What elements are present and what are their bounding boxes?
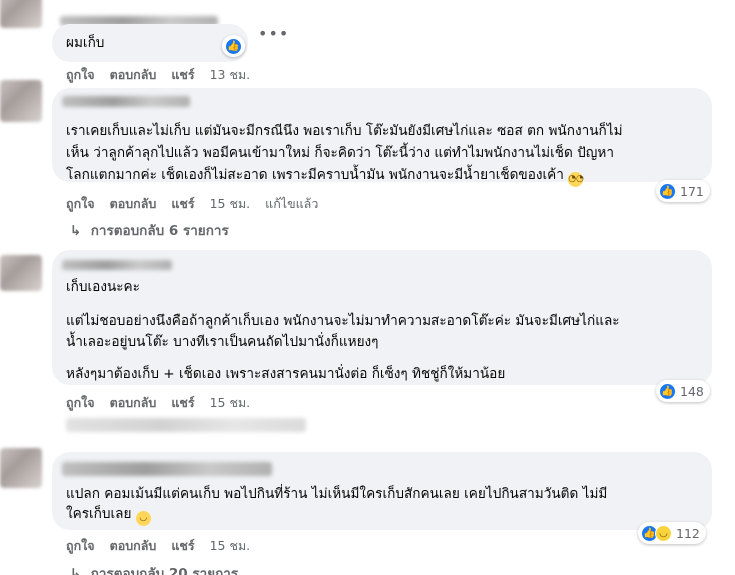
reply-link[interactable]: ตอบกลับ: [110, 194, 157, 214]
comment-text-line: น้ำเลอะอยู่บนโต๊ะ บางทีเราเป็นคนถัดไปมาน…: [66, 334, 379, 350]
comment-actions: ถูกใจ ตอบกลับ แชร์ 15 ชม. แก้ไขแล้ว: [66, 194, 333, 214]
comment-actions: ถูกใจ ตอบกลับ แชร์ 13 ชม.: [66, 65, 265, 85]
timestamp[interactable]: 15 ชม.: [210, 393, 251, 413]
reply-link[interactable]: ตอบกลับ: [110, 536, 157, 556]
timestamp[interactable]: 15 ชม.: [210, 194, 251, 214]
reaction-summary[interactable]: 👍: [222, 35, 245, 57]
avatar[interactable]: [0, 80, 42, 122]
more-options-icon[interactable]: •••: [258, 24, 289, 43]
comment-text-line: ใครเก็บเลย ◡: [66, 503, 151, 526]
reaction-summary[interactable]: 👍 171: [656, 180, 710, 202]
reply-link[interactable]: ตอบกลับ: [110, 393, 157, 413]
grinning-face-icon: ◡: [135, 511, 151, 526]
reaction-summary[interactable]: 👍 148: [656, 380, 710, 402]
like-icon: 👍: [659, 382, 676, 400]
comment-actions: ถูกใจ ตอบกลับ แชร์ 15 ชม.: [66, 393, 265, 413]
avatar[interactable]: [0, 448, 42, 488]
comment-text-line: เห็น ว่าลูกค้าลุกไปแล้ว พอมีคนเข้ามาใหม่…: [66, 145, 614, 161]
comment-text-line: โลกแตกมากค่ะ เช็ดเองก็ไม่สะอาด เพราะมีคร…: [66, 164, 584, 187]
comment-text: ผมเก็บ: [66, 35, 105, 51]
like-link[interactable]: ถูกใจ: [66, 194, 95, 214]
like-icon: 👍: [225, 37, 242, 55]
comment-text-line: เราเคยเก็บและไม่เก็บ แต่มันจะมีกรณีนึง พ…: [66, 123, 623, 139]
view-replies-link[interactable]: ↳ การตอบกลับ 20 รายการ: [70, 562, 238, 575]
comment-text-line: หลังๆมาต้องเก็บ + เช็ดเอง เพราะสงสารคนมา…: [66, 366, 506, 382]
pleading-face-icon: ◔◔: [568, 172, 584, 187]
comment-text-line: เก็บเองนะคะ: [66, 279, 140, 295]
replies-label: การตอบกลับ 6 รายการ: [90, 223, 229, 239]
commenter-name[interactable]: [62, 462, 272, 476]
avatar[interactable]: [0, 0, 42, 28]
comment-actions: ถูกใจ ตอบกลับ แชร์ 15 ชม.: [66, 536, 265, 556]
like-icon: 👍: [659, 182, 676, 200]
comment-text-fragment: ใครเก็บเลย: [66, 506, 132, 522]
commenter-name[interactable]: [62, 96, 190, 107]
reply-arrow-icon: ↳: [70, 223, 82, 239]
comment-text-fragment: โลกแตกมากค่ะ เช็ดเองก็ไม่สะอาด เพราะมีคร…: [66, 167, 564, 183]
avatar[interactable]: [0, 255, 42, 291]
reaction-count: 148: [680, 383, 704, 399]
reply-arrow-icon: ↳: [70, 566, 82, 575]
reaction-count: 112: [676, 525, 700, 541]
share-link[interactable]: แชร์: [171, 194, 194, 214]
share-link[interactable]: แชร์: [171, 393, 194, 413]
comment-text-line: แต่ไม่ชอบอย่างนึงคือถ้าลูกค้าเก็บเอง พนั…: [66, 313, 620, 329]
edited-label: แก้ไขแล้ว: [265, 196, 319, 211]
haha-icon: ◡: [655, 524, 672, 542]
reaction-count: 171: [680, 183, 704, 199]
commenter-name[interactable]: [62, 260, 172, 270]
reply-link[interactable]: ตอบกลับ: [110, 65, 157, 85]
timestamp[interactable]: 15 ชม.: [210, 536, 251, 556]
like-link[interactable]: ถูกใจ: [66, 65, 95, 85]
blurred-region: [66, 418, 306, 432]
view-replies-link[interactable]: ↳ การตอบกลับ 6 รายการ: [70, 219, 229, 241]
like-link[interactable]: ถูกใจ: [66, 536, 95, 556]
share-link[interactable]: แชร์: [171, 536, 194, 556]
timestamp[interactable]: 13 ชม.: [210, 65, 251, 85]
replies-label: การตอบกลับ 20 รายการ: [90, 566, 239, 575]
reaction-summary[interactable]: 👍 ◡ 112: [638, 522, 706, 544]
like-link[interactable]: ถูกใจ: [66, 393, 95, 413]
share-link[interactable]: แชร์: [171, 65, 194, 85]
